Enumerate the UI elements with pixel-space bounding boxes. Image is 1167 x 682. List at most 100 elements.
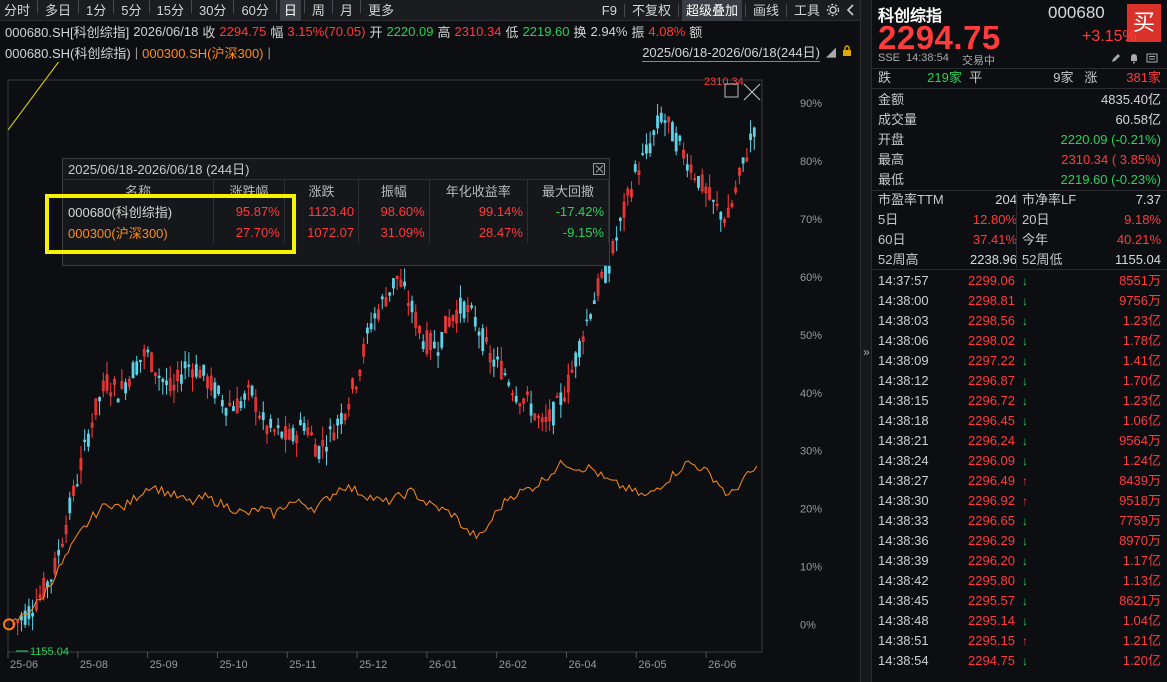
stat-value: 2219.60 (-0.23%) bbox=[1060, 172, 1161, 187]
table-cell: 28.47% bbox=[429, 222, 528, 243]
tick-row[interactable]: 14:38:24 2296.09 ↓ 1.24亿 bbox=[878, 451, 1161, 471]
chart-panel[interactable]: 分时 多日 1分 5分 15分 30分 60分日周月更多 F9 不复权 超级叠加 画线 工具 000… bbox=[0, 0, 860, 682]
tick-volume: 1.13亿 bbox=[1122, 573, 1161, 588]
tab-period[interactable]: 1分 bbox=[82, 0, 110, 21]
gear-icon[interactable] bbox=[824, 1, 842, 19]
grid-label: 5日 bbox=[878, 212, 899, 227]
tick-volume: 8551万 bbox=[1119, 273, 1161, 288]
column-header[interactable]: 最大回撤 bbox=[527, 180, 610, 201]
popup-title-text: 2025/06/18-2026/06/18 (244日) bbox=[68, 162, 250, 177]
tick-row[interactable]: 14:38:48 2295.14 ↓ 1.04亿 bbox=[878, 611, 1161, 631]
kline-chart[interactable]: 0% 10% 20% 30% 40% 50% 60% 70% 80% 90% 25-06 25-08 2… bbox=[0, 62, 860, 682]
stat-row: 成交量 60.58亿 bbox=[878, 110, 1161, 130]
tab-period[interactable]: 多日 bbox=[41, 0, 75, 21]
tab-period[interactable]: 5分 bbox=[117, 0, 145, 21]
x-tick-label: 26-06 bbox=[708, 659, 736, 671]
tick-price: 2296.92 bbox=[968, 493, 1015, 508]
toolbar-button[interactable]: 不复权 bbox=[628, 0, 675, 21]
tick-row[interactable]: 14:38:36 2296.29 ↓ 8970万 bbox=[878, 531, 1161, 551]
tick-row[interactable]: 14:38:54 2294.75 ↓ 1.20亿 bbox=[878, 651, 1161, 671]
tab-period[interactable]: 60分 bbox=[237, 0, 272, 21]
arrow-down-icon: ↓ bbox=[1022, 334, 1028, 348]
tick-row[interactable]: 14:38:39 2296.20 ↓ 1.17亿 bbox=[878, 551, 1161, 571]
close-icon[interactable] bbox=[593, 163, 605, 175]
toolbar-button[interactable]: 工具 bbox=[790, 0, 824, 21]
info-row: 000680.SH[科创综指] 2026/06/18 收 2294.75 幅 3.1… bbox=[0, 21, 860, 42]
arrow-down-icon: ↓ bbox=[1022, 614, 1028, 628]
y-tick-label: 20% bbox=[800, 504, 822, 516]
tick-time: 14:38:09 bbox=[878, 353, 929, 368]
tick-volume: 1.23亿 bbox=[1122, 393, 1161, 408]
lock-icon[interactable] bbox=[842, 44, 852, 60]
tab-period[interactable]: 分时 bbox=[0, 0, 34, 21]
tick-price: 2296.29 bbox=[968, 533, 1015, 548]
close-chart-icon[interactable] bbox=[743, 83, 761, 101]
candle bbox=[49, 579, 53, 582]
tick-row[interactable]: 14:38:00 2298.81 ↓ 9756万 bbox=[878, 291, 1161, 311]
grid-label: 20日 bbox=[1022, 212, 1050, 227]
candle bbox=[187, 364, 191, 367]
dropdown-icon[interactable]: ◢ bbox=[826, 44, 836, 60]
arrow-down-icon: ↓ bbox=[1022, 374, 1028, 388]
date-range-label[interactable]: 2025/06/18-2026/06/18(244日) bbox=[642, 42, 820, 62]
separator bbox=[785, 3, 787, 17]
separator bbox=[331, 0, 333, 13]
tab-period[interactable]: 15分 bbox=[153, 0, 188, 21]
candle bbox=[250, 385, 254, 396]
tick-row[interactable]: 14:37:57 2299.06 ↓ 8551万 bbox=[878, 271, 1161, 291]
toolbar-button[interactable]: F9 bbox=[598, 0, 621, 21]
candle bbox=[388, 292, 392, 296]
candle bbox=[194, 364, 198, 377]
toolbar-button[interactable]: 超级叠加 bbox=[681, 0, 742, 21]
tick-volume: 9756万 bbox=[1119, 293, 1161, 308]
trading-status: 交易中 bbox=[962, 55, 995, 67]
legend-main[interactable]: 000680.SH(科创综指) bbox=[5, 43, 131, 62]
candle bbox=[83, 439, 87, 443]
arrow-down-icon: ↓ bbox=[1022, 554, 1028, 568]
candle bbox=[403, 281, 407, 287]
tick-row[interactable]: 14:38:42 2295.80 ↓ 1.13亿 bbox=[878, 571, 1161, 591]
tick-row[interactable]: 14:38:30 2296.92 ↑ 9518万 bbox=[878, 491, 1161, 511]
column-header[interactable]: 振幅 bbox=[358, 180, 430, 201]
tick-row[interactable]: 14:38:27 2296.49 ↑ 8439万 bbox=[878, 471, 1161, 491]
pencil-icon[interactable] bbox=[1110, 52, 1122, 67]
tab-period[interactable]: 周 bbox=[308, 0, 329, 21]
y-tick-label: 90% bbox=[800, 98, 822, 110]
y-tick-label: 40% bbox=[800, 388, 822, 400]
tab-period[interactable]: 30分 bbox=[195, 0, 230, 21]
flat-count: 9家 bbox=[1053, 70, 1074, 85]
stat-row: 最高 2310.34 ( 3.85%) bbox=[878, 150, 1161, 170]
panel-splitter[interactable]: » bbox=[860, 0, 872, 682]
turnover-value: 2.94% bbox=[590, 24, 628, 39]
tick-row[interactable]: 14:38:51 2295.15 ↑ 1.21亿 bbox=[878, 631, 1161, 651]
tab-period[interactable]: 日 bbox=[279, 0, 301, 21]
arrow-down-icon: ↓ bbox=[1022, 514, 1028, 528]
tab-period[interactable]: 月 bbox=[336, 0, 357, 21]
tick-time: 14:38:18 bbox=[878, 413, 929, 428]
candle bbox=[116, 398, 120, 403]
tick-row[interactable]: 14:38:21 2296.24 ↓ 9564万 bbox=[878, 431, 1161, 451]
candle bbox=[232, 406, 235, 412]
tick-row[interactable]: 14:38:33 2296.65 ↓ 7759万 bbox=[878, 511, 1161, 531]
candle bbox=[749, 133, 752, 140]
toolbar-button[interactable]: 画线 bbox=[749, 0, 783, 21]
drawn-line[interactable] bbox=[7, 62, 60, 131]
column-header[interactable]: 年化收益率 bbox=[429, 180, 528, 201]
tick-row[interactable]: 14:38:12 2296.87 ↓ 1.70亿 bbox=[878, 371, 1161, 391]
legend-divider: | bbox=[267, 44, 271, 60]
tick-row[interactable]: 14:38:45 2295.57 ↓ 8621万 bbox=[878, 591, 1161, 611]
tick-row[interactable]: 14:38:18 2296.45 ↓ 1.06亿 bbox=[878, 411, 1161, 431]
tick-row[interactable]: 14:38:03 2298.56 ↓ 1.23亿 bbox=[878, 311, 1161, 331]
candle bbox=[336, 418, 340, 426]
tick-row[interactable]: 14:38:06 2298.02 ↓ 1.78亿 bbox=[878, 331, 1161, 351]
collapse-arrow-icon[interactable] bbox=[842, 1, 860, 19]
tick-row[interactable]: 14:38:09 2297.22 ↓ 1.41亿 bbox=[878, 351, 1161, 371]
bell-icon[interactable] bbox=[1128, 52, 1140, 67]
legend-overlay[interactable]: 000300.SH(沪深300) bbox=[142, 43, 263, 62]
candle bbox=[514, 395, 518, 403]
more-icon[interactable] bbox=[1146, 52, 1158, 67]
tick-row[interactable]: 14:38:15 2296.72 ↓ 1.23亿 bbox=[878, 391, 1161, 411]
tab-period[interactable]: 更多 bbox=[364, 0, 398, 21]
expand-arrow-icon[interactable]: » bbox=[863, 345, 870, 359]
popup-title: 2025/06/18-2026/06/18 (244日) bbox=[63, 159, 609, 180]
